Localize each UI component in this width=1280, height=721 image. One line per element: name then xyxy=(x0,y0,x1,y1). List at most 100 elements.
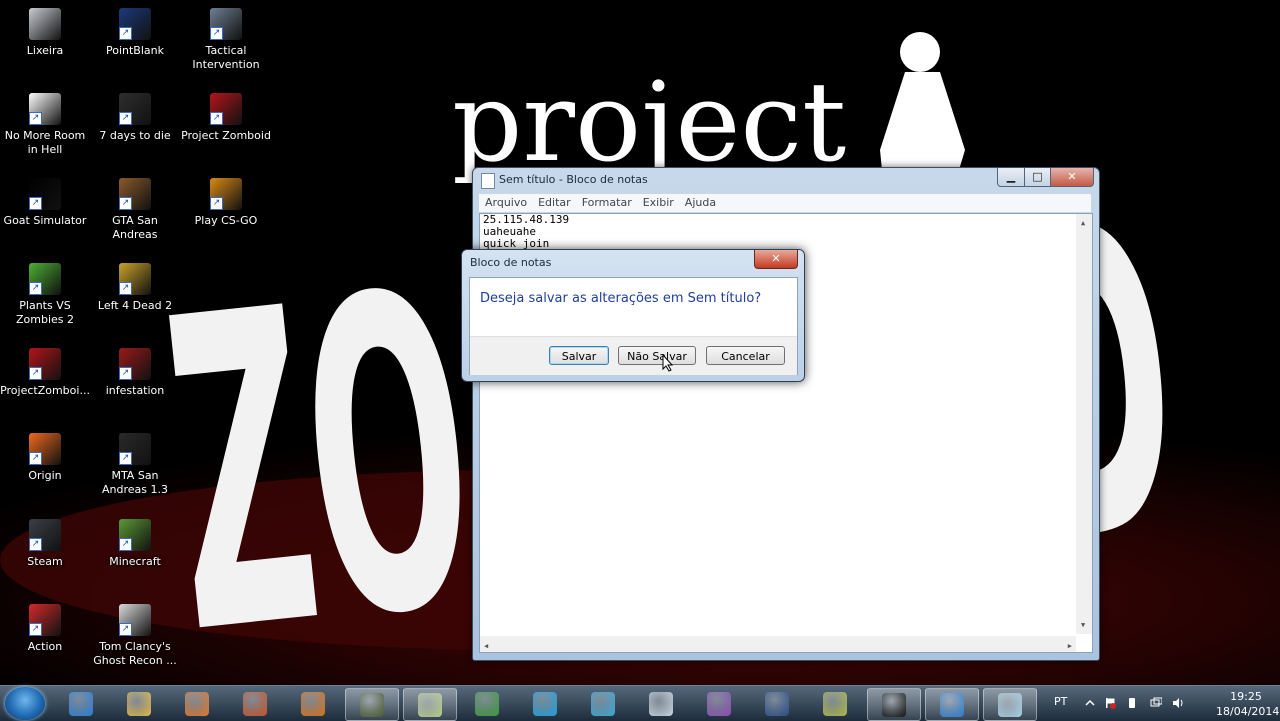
dialog-message: Deseja salvar as alterações em Sem títul… xyxy=(480,291,762,306)
menu-editar[interactable]: Editar xyxy=(532,194,576,209)
close-button[interactable]: ✕ xyxy=(1050,168,1094,187)
skype-icon xyxy=(533,692,557,716)
vertical-scrollbar[interactable]: ▲ ▼ xyxy=(1076,214,1092,634)
desktop-icon-label: Tom Clancy's Ghost Recon ... xyxy=(93,640,177,667)
chrome-icon xyxy=(475,692,499,716)
notepad-window[interactable]: Sem título - Bloco de notas ▁ □ ✕ Arquiv… xyxy=(472,167,1100,661)
desktop-icon[interactable]: ↗ Steam xyxy=(0,519,90,569)
taskbar-button-notepad-task-2[interactable] xyxy=(983,688,1037,721)
desktop-icon[interactable]: ↗ 7 days to die xyxy=(90,93,180,143)
flag-icon[interactable] xyxy=(1104,697,1116,709)
tactical-intervention-icon: ↗ xyxy=(210,8,242,40)
desktop-icon[interactable]: ↗ Origin xyxy=(0,433,90,483)
desktop-icon[interactable]: ↗ MTA San Andreas 1.3 xyxy=(90,433,180,497)
taskbar-button-system-monitor[interactable] xyxy=(809,688,861,719)
menu-formatar[interactable]: Formatar xyxy=(576,194,637,209)
taskbar-button-network-app[interactable] xyxy=(925,688,979,721)
taskbar-button-notepad-task[interactable] xyxy=(403,688,457,721)
shortcut-arrow-icon: ↗ xyxy=(119,623,132,636)
shortcut-arrow-icon: ↗ xyxy=(119,197,132,210)
scroll-left-icon[interactable]: ◀ xyxy=(484,640,488,652)
safely-remove-icon[interactable] xyxy=(1126,697,1138,709)
show-hidden-icons-icon[interactable] xyxy=(1084,697,1096,709)
desktop-icon[interactable]: ↗ infestation xyxy=(90,348,180,398)
desktop-icon[interactable]: ↗ Play CS-GO xyxy=(181,178,271,228)
network-icon[interactable] xyxy=(1150,697,1162,709)
utorrent-app-icon xyxy=(649,692,673,716)
media-player-icon xyxy=(185,692,209,716)
taskbar-button-ultrasurf[interactable] xyxy=(287,688,339,719)
taskbar-button-internet-explorer[interactable] xyxy=(55,688,107,719)
taskbar-button-media-center[interactable] xyxy=(577,688,629,719)
desktop-icon[interactable]: ↗ PointBlank xyxy=(90,8,180,58)
minecraft-icon: ↗ xyxy=(119,519,151,551)
menu-exibir[interactable]: Exibir xyxy=(637,194,679,209)
taskbar-button-media-player[interactable] xyxy=(171,688,223,719)
menu-ajuda[interactable]: Ajuda xyxy=(679,194,721,209)
clock-time[interactable]: 19:25 xyxy=(1216,690,1276,703)
desktop-icon[interactable]: ↗ GTA San Andreas xyxy=(90,178,180,242)
taskbar-button-winrar[interactable] xyxy=(229,688,281,719)
document-icon: ↗ xyxy=(29,93,61,125)
mta-icon: ↗ xyxy=(119,433,151,465)
language-indicator[interactable]: PT xyxy=(1054,695,1067,708)
taskbar-button-project-zomboid-task[interactable] xyxy=(345,688,399,721)
desktop-icon[interactable]: ↗ Goat Simulator xyxy=(0,178,90,228)
taskbar-button-file-explorer[interactable] xyxy=(113,688,165,719)
clock-date[interactable]: 18/04/2014 xyxy=(1216,705,1279,718)
taskbar-button-chrome[interactable] xyxy=(461,688,513,719)
desktop-icon[interactable]: ↗ Project Zomboid xyxy=(181,93,271,143)
horizontal-scrollbar[interactable]: ◀ ▶ xyxy=(480,636,1076,652)
taskbar-button-skype[interactable] xyxy=(519,688,571,719)
desktop-icon[interactable]: ↗ Tom Clancy's Ghost Recon ... xyxy=(90,604,180,668)
taskbar-button-bittorrent[interactable] xyxy=(693,688,745,719)
mouse-cursor-icon xyxy=(662,354,674,372)
notepad-menubar: Arquivo Editar Formatar Exibir Ajuda xyxy=(479,194,1091,212)
shortcut-arrow-icon: ↗ xyxy=(29,452,42,465)
taskbar-button-photoshop[interactable] xyxy=(751,688,803,719)
desktop-icon[interactable]: Lixeira xyxy=(0,8,90,58)
dialog-close-button[interactable]: ✕ xyxy=(754,250,798,269)
scroll-up-icon[interactable]: ▲ xyxy=(1081,217,1085,229)
desktop-icon[interactable]: ↗ Minecraft xyxy=(90,519,180,569)
desktop-icon[interactable]: ↗ No More Room in Hell xyxy=(0,93,90,157)
shortcut-arrow-icon: ↗ xyxy=(210,112,223,125)
start-button[interactable] xyxy=(5,687,45,720)
notepad-title: Sem título - Bloco de notas xyxy=(499,173,648,186)
taskbar-button-command-prompt[interactable] xyxy=(867,688,921,721)
volume-icon[interactable] xyxy=(1172,697,1184,709)
desktop-icon-label: 7 days to die xyxy=(99,129,171,142)
save-button[interactable]: Salvar xyxy=(549,346,609,365)
desktop-icon[interactable]: ↗ ProjectZomboi... xyxy=(0,348,90,398)
desktop-icon[interactable]: ↗ Plants VS Zombies 2 xyxy=(0,263,90,327)
shortcut-arrow-icon: ↗ xyxy=(119,538,132,551)
desktop-icon-label: Origin xyxy=(28,469,62,482)
minimize-button[interactable]: ▁ xyxy=(997,168,1025,187)
cancel-button[interactable]: Cancelar xyxy=(706,346,785,365)
taskbar-button-utorrent-app[interactable] xyxy=(635,688,687,719)
scroll-down-icon[interactable]: ▼ xyxy=(1081,619,1085,631)
desktop-icon-label: Left 4 Dead 2 xyxy=(97,299,173,312)
dialog-footer: Salvar Não Salvar Cancelar xyxy=(470,336,797,375)
bittorrent-icon xyxy=(707,692,731,716)
pointblank-icon: ↗ xyxy=(119,8,151,40)
shortcut-arrow-icon: ↗ xyxy=(210,197,223,210)
desktop-icon[interactable]: ↗ Action xyxy=(0,604,90,654)
desktop-icon-label: Minecraft xyxy=(109,555,161,568)
dont-save-button[interactable]: Não Salvar xyxy=(618,346,696,365)
csgo-icon: ↗ xyxy=(210,178,242,210)
desktop-icon[interactable]: ↗ Left 4 Dead 2 xyxy=(90,263,180,313)
action-icon: ↗ xyxy=(29,604,61,636)
scroll-right-icon[interactable]: ▶ xyxy=(1068,640,1072,652)
shortcut-arrow-icon: ↗ xyxy=(29,282,42,295)
command-prompt-icon xyxy=(882,693,906,717)
desktop-icon-label: Tactical Intervention xyxy=(192,44,260,71)
menu-arquivo[interactable]: Arquivo xyxy=(479,194,532,209)
desktop-icon-label: MTA San Andreas 1.3 xyxy=(102,469,168,496)
notepad-task-2-icon xyxy=(998,693,1022,717)
maximize-button[interactable]: □ xyxy=(1024,168,1051,187)
desktop-icon[interactable]: ↗ Tactical Intervention xyxy=(181,8,271,72)
save-dialog[interactable]: Bloco de notas ✕ Deseja salvar as altera… xyxy=(461,249,805,382)
infestation-icon: ↗ xyxy=(119,348,151,380)
text-line: 25.115.48.139 xyxy=(483,213,570,226)
